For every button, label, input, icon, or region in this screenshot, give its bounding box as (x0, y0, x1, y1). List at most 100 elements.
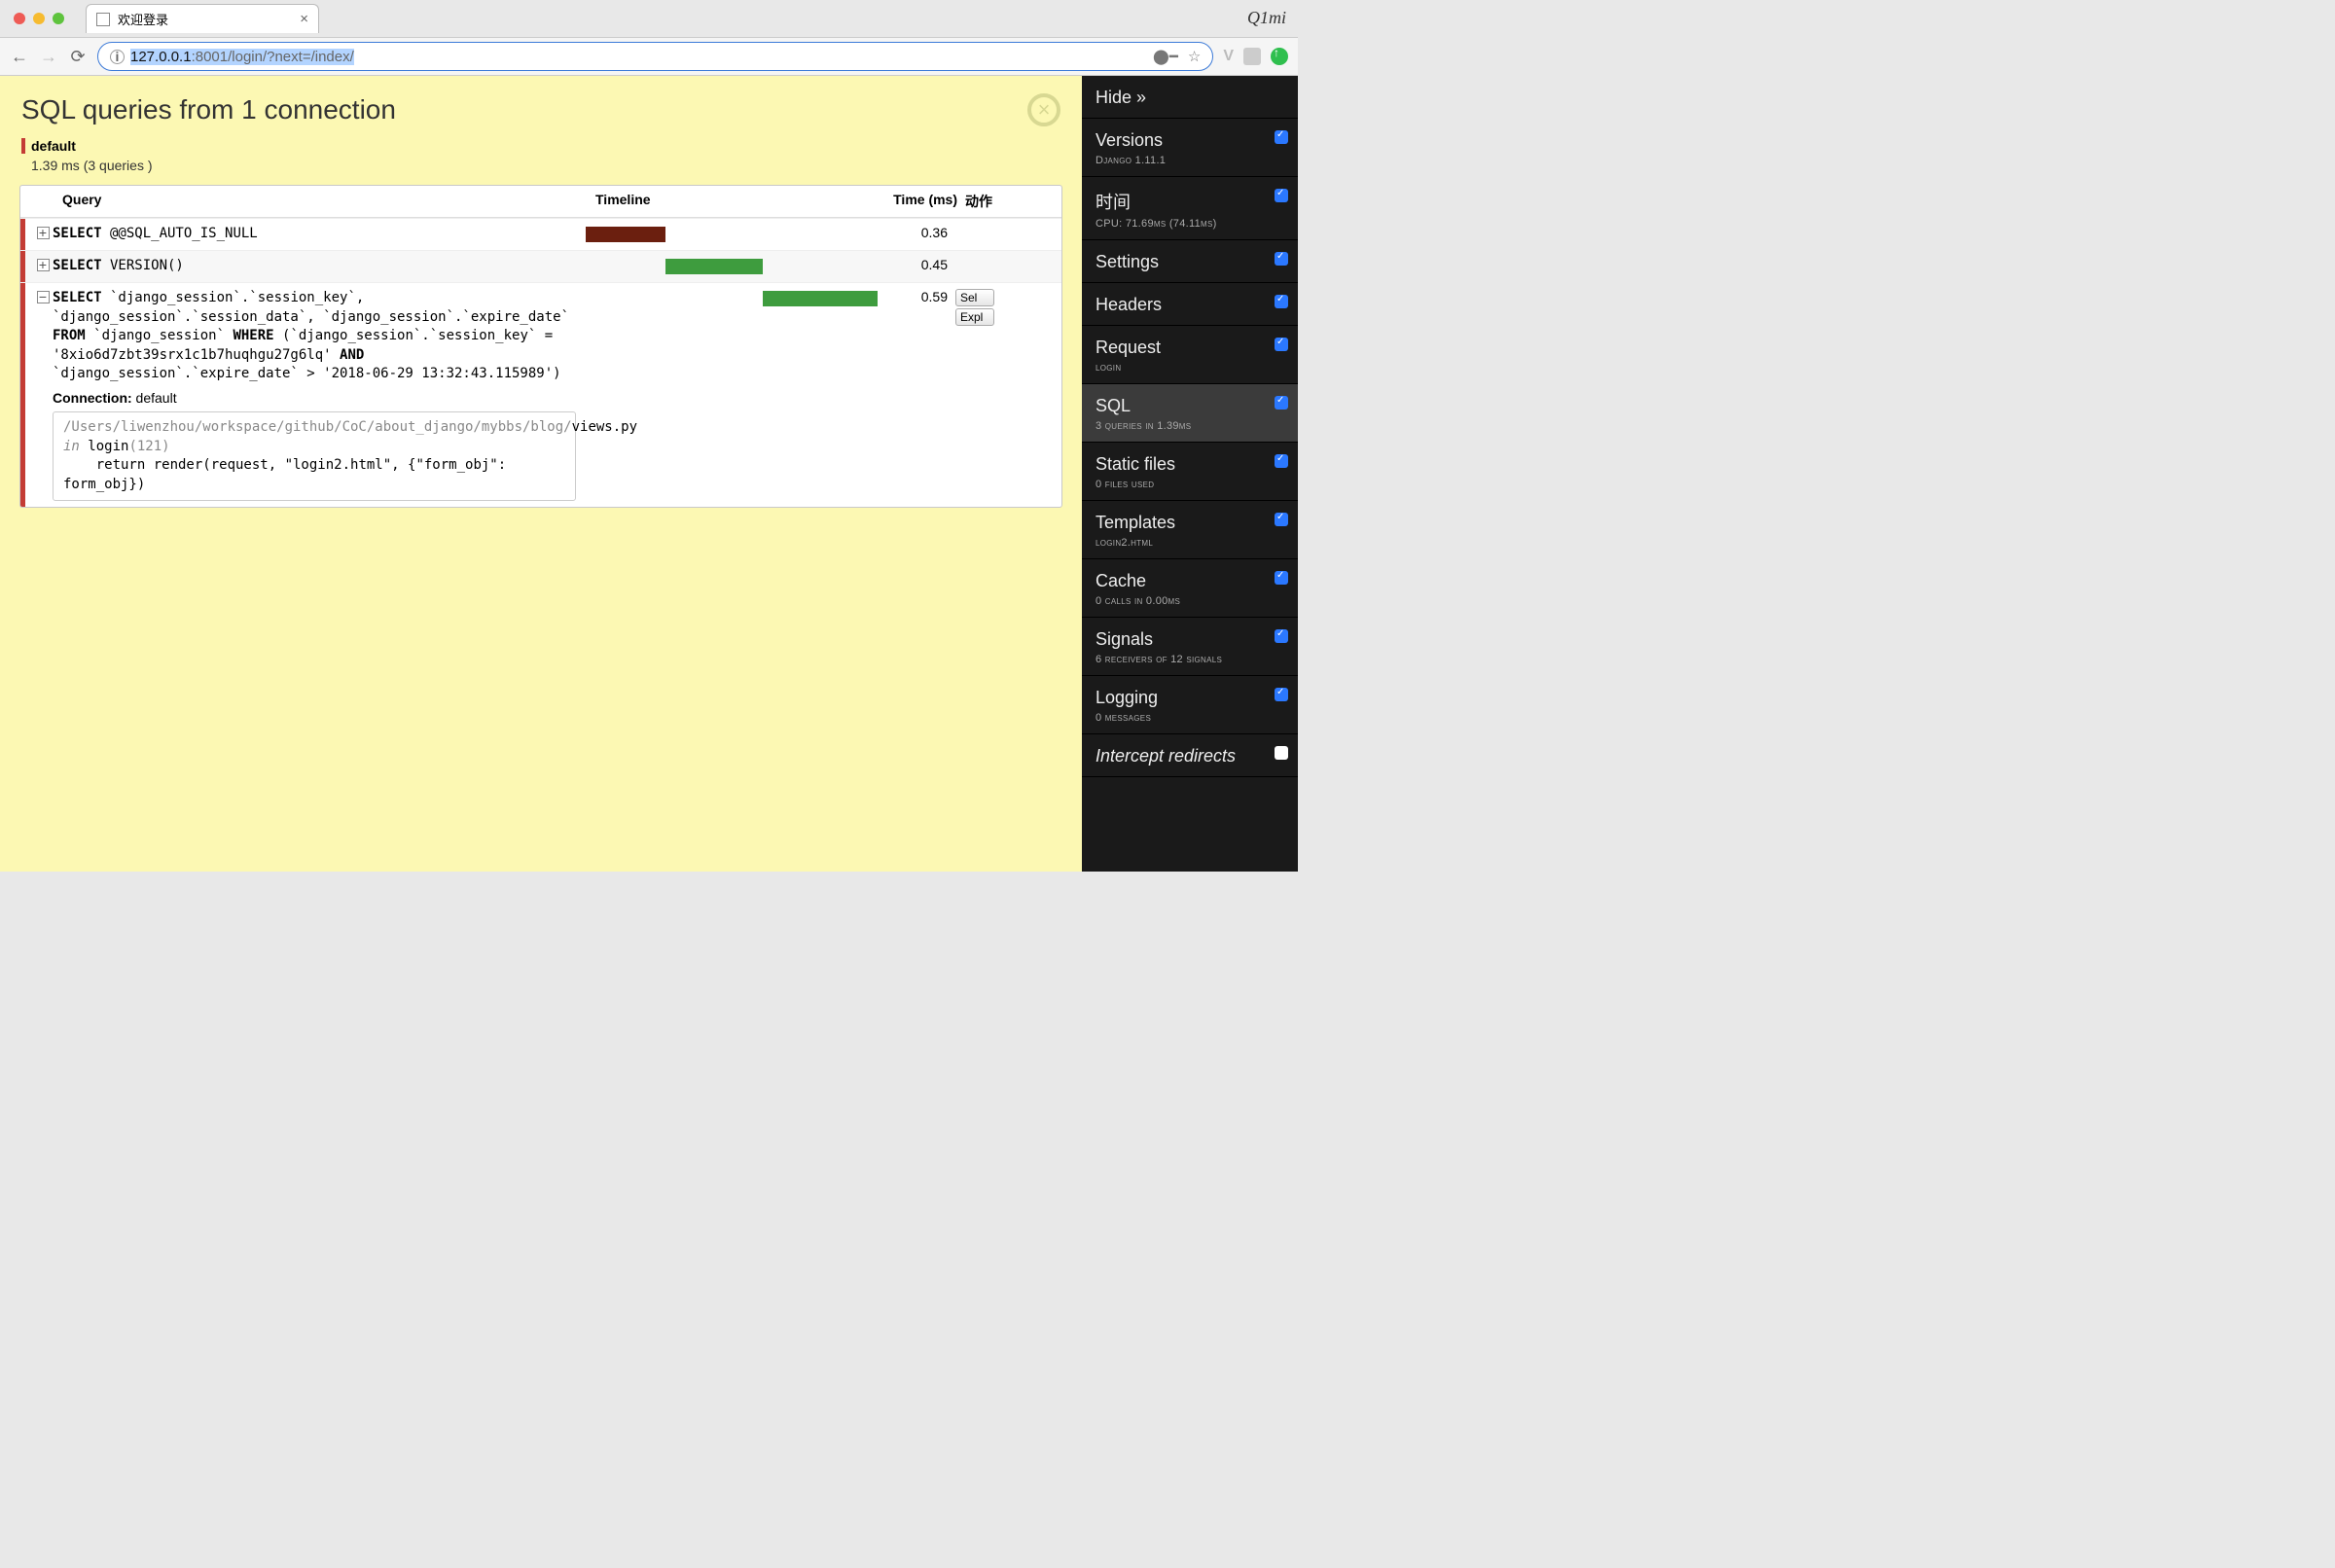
sidebar-checkbox[interactable] (1275, 295, 1288, 308)
browser-window: 欢迎登录 × Q1mi ← → ⟳ i 127.0.0.1:8001/login… (0, 0, 1298, 872)
sidebar-item-logging[interactable]: Logging0 messages (1082, 676, 1298, 734)
timeline-bar (586, 227, 665, 242)
timeline-cell (586, 225, 878, 244)
extension-dotted-icon[interactable] (1243, 48, 1261, 65)
browser-tab[interactable]: 欢迎登录 × (86, 4, 319, 33)
expand-toggle[interactable]: − (33, 289, 53, 304)
connection-line: Connection: default (53, 390, 576, 406)
sidebar-item-subtitle: login2.html (1096, 537, 1284, 549)
expand-toggle[interactable]: + (33, 257, 53, 272)
col-time: Time (ms) (887, 192, 965, 207)
window-close-button[interactable] (14, 13, 25, 24)
sidebar-item-settings[interactable]: Settings (1082, 240, 1298, 283)
col-query: Query (62, 192, 595, 207)
back-button[interactable]: ← (10, 47, 29, 67)
timeline-bar (763, 291, 878, 306)
close-panel-button[interactable]: × (1027, 93, 1060, 126)
query-cell: SELECT `django_session`.`session_key`, `… (53, 289, 586, 501)
actions-cell: Sel Expl (955, 289, 1004, 328)
sidebar-checkbox[interactable] (1275, 688, 1288, 701)
forward-button: → (39, 47, 58, 67)
sidebar-item-intercept redirects[interactable]: Intercept redirects (1082, 734, 1298, 777)
sql-panel: SQL queries from 1 connection × default … (0, 76, 1082, 872)
window-maximize-button[interactable] (53, 13, 64, 24)
sidebar-checkbox[interactable] (1275, 396, 1288, 410)
sidebar-checkbox[interactable] (1275, 746, 1288, 760)
debug-toolbar-sidebar: Hide VersionsDjango 1.11.1 时间 CPU: 71.69ms … (1082, 76, 1298, 872)
sidebar-item-hide[interactable]: Hide (1082, 76, 1298, 119)
key-icon[interactable]: ⬤━ (1153, 48, 1178, 65)
titlebar: 欢迎登录 × Q1mi (0, 0, 1298, 37)
sidebar-item-title: Cache (1096, 571, 1284, 591)
sidebar-item-subtitle: 0 calls in 0.00ms (1096, 595, 1284, 607)
sidebar-item-title: Static files (1096, 454, 1284, 475)
sidebar-item-title: SQL (1096, 396, 1284, 416)
profile-label[interactable]: Q1mi (1247, 8, 1286, 28)
sidebar-checkbox[interactable] (1275, 513, 1288, 526)
sidebar-item-cache[interactable]: Cache 0 calls in 0.00ms (1082, 559, 1298, 618)
col-actions: 动作 (965, 192, 1014, 211)
level-marker (20, 219, 25, 250)
sidebar-checkbox[interactable] (1275, 338, 1288, 351)
tab-close-button[interactable]: × (300, 11, 308, 27)
db-name: default (21, 138, 1060, 154)
sidebar-item-title: Headers (1096, 295, 1284, 315)
sel-button[interactable]: Sel (955, 289, 994, 306)
sidebar-item-title: Intercept redirects (1096, 746, 1284, 766)
sql-row: +SELECT VERSION() 0.45 (20, 250, 1061, 282)
sidebar-item-subtitle: login (1096, 362, 1284, 374)
timeline-bar (665, 259, 763, 274)
timeline-cell (586, 289, 878, 308)
sidebar-item-title: Versions (1096, 130, 1284, 151)
sidebar-item-static files[interactable]: Static files 0 files used (1082, 443, 1298, 501)
sidebar-checkbox[interactable] (1275, 571, 1288, 585)
extension-upload-icon[interactable] (1271, 48, 1288, 65)
sidebar-item-versions[interactable]: VersionsDjango 1.11.1 (1082, 119, 1298, 177)
url-host: 127.0.0.1 (130, 49, 192, 65)
url-text: 127.0.0.1:8001/login/?next=/index/ (130, 49, 354, 65)
sidebar-checkbox[interactable] (1275, 252, 1288, 266)
sidebar-checkbox[interactable] (1275, 629, 1288, 643)
address-bar[interactable]: i 127.0.0.1:8001/login/?next=/index/ ⬤━ … (97, 42, 1213, 71)
extension-v-icon[interactable]: V (1223, 48, 1234, 65)
sidebar-item-request[interactable]: Request login (1082, 326, 1298, 384)
expand-toggle[interactable]: + (33, 225, 53, 240)
level-marker (20, 283, 25, 507)
sidebar-item-sql[interactable]: SQL 3 queries in 1.39ms (1082, 384, 1298, 443)
sidebar-item-title: 时间 (1096, 189, 1284, 214)
window-minimize-button[interactable] (33, 13, 45, 24)
query-cell: SELECT VERSION() (53, 257, 586, 276)
sql-table: Query Timeline Time (ms) 动作 +SELECT @@SQ… (19, 185, 1062, 508)
sidebar-checkbox[interactable] (1275, 130, 1288, 144)
site-info-icon[interactable]: i (110, 50, 125, 64)
tab-title: 欢迎登录 (118, 10, 292, 28)
workspace: SQL queries from 1 connection × default … (0, 76, 1298, 872)
sidebar-item-headers[interactable]: Headers (1082, 283, 1298, 326)
time-cell: 0.59 (878, 289, 955, 304)
sidebar-item-subtitle: 0 files used (1096, 479, 1284, 490)
sidebar-item-signals[interactable]: Signals 6 receivers of 12 signals (1082, 618, 1298, 676)
time-cell: 0.45 (878, 257, 955, 272)
reload-button[interactable]: ⟳ (68, 47, 88, 67)
sidebar-item-title: Signals (1096, 629, 1284, 650)
sidebar-checkbox[interactable] (1275, 189, 1288, 202)
sidebar-item-subtitle: 6 receivers of 12 signals (1096, 654, 1284, 665)
sidebar-item-subtitle: CPU: 71.69ms (74.11ms) (1096, 218, 1284, 230)
sidebar-checkbox[interactable] (1275, 454, 1288, 468)
sidebar-item-时间[interactable]: 时间 CPU: 71.69ms (74.11ms) (1082, 177, 1298, 240)
level-marker (20, 251, 25, 282)
col-timeline: Timeline (595, 192, 887, 211)
db-block: default 1.39 ms (3 queries ) (0, 138, 1082, 173)
sidebar-item-subtitle: 3 queries in 1.39ms (1096, 420, 1284, 432)
expl-button[interactable]: Expl (955, 308, 994, 326)
timeline-cell (586, 257, 878, 276)
sidebar-item-templates[interactable]: Templateslogin2.html (1082, 501, 1298, 559)
db-summary: 1.39 ms (3 queries ) (21, 158, 1060, 173)
extension-area: V (1223, 48, 1288, 65)
query-cell: SELECT @@SQL_AUTO_IS_NULL (53, 225, 586, 244)
sidebar-item-title: Hide (1096, 88, 1284, 108)
bookmark-star-icon[interactable]: ☆ (1188, 48, 1201, 65)
panel-header: SQL queries from 1 connection × (0, 76, 1082, 138)
sidebar-item-title: Request (1096, 338, 1284, 358)
toolbar: ← → ⟳ i 127.0.0.1:8001/login/?next=/inde… (0, 37, 1298, 76)
